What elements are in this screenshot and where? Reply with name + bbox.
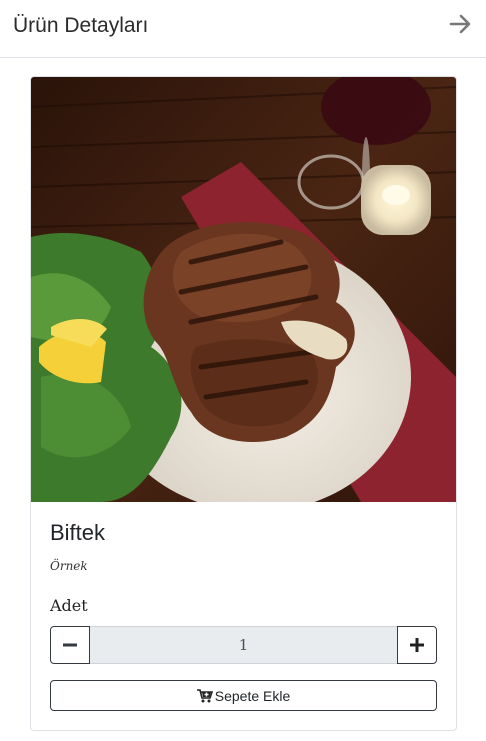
modal-header: Ürün Detayları	[0, 0, 486, 58]
increase-quantity-button[interactable]	[397, 626, 437, 664]
quantity-input[interactable]	[90, 626, 397, 664]
cart-plus-icon	[196, 688, 213, 702]
product-description: Örnek	[50, 559, 88, 573]
product-card: Biftek Örnek Adet Sepete Ekle	[30, 76, 457, 731]
quantity-stepper	[50, 626, 437, 664]
plus-icon	[410, 638, 424, 652]
decrease-quantity-button[interactable]	[50, 626, 90, 664]
arrow-right-icon[interactable]	[448, 12, 472, 36]
page-title: Ürün Detayları	[13, 14, 149, 37]
add-to-cart-label: Sepete Ekle	[214, 687, 291, 704]
product-name: Biftek	[50, 520, 106, 545]
minus-icon	[63, 643, 77, 647]
product-image	[31, 77, 456, 502]
quantity-label: Adet	[50, 596, 88, 615]
add-to-cart-button[interactable]: Sepete Ekle	[50, 680, 437, 711]
